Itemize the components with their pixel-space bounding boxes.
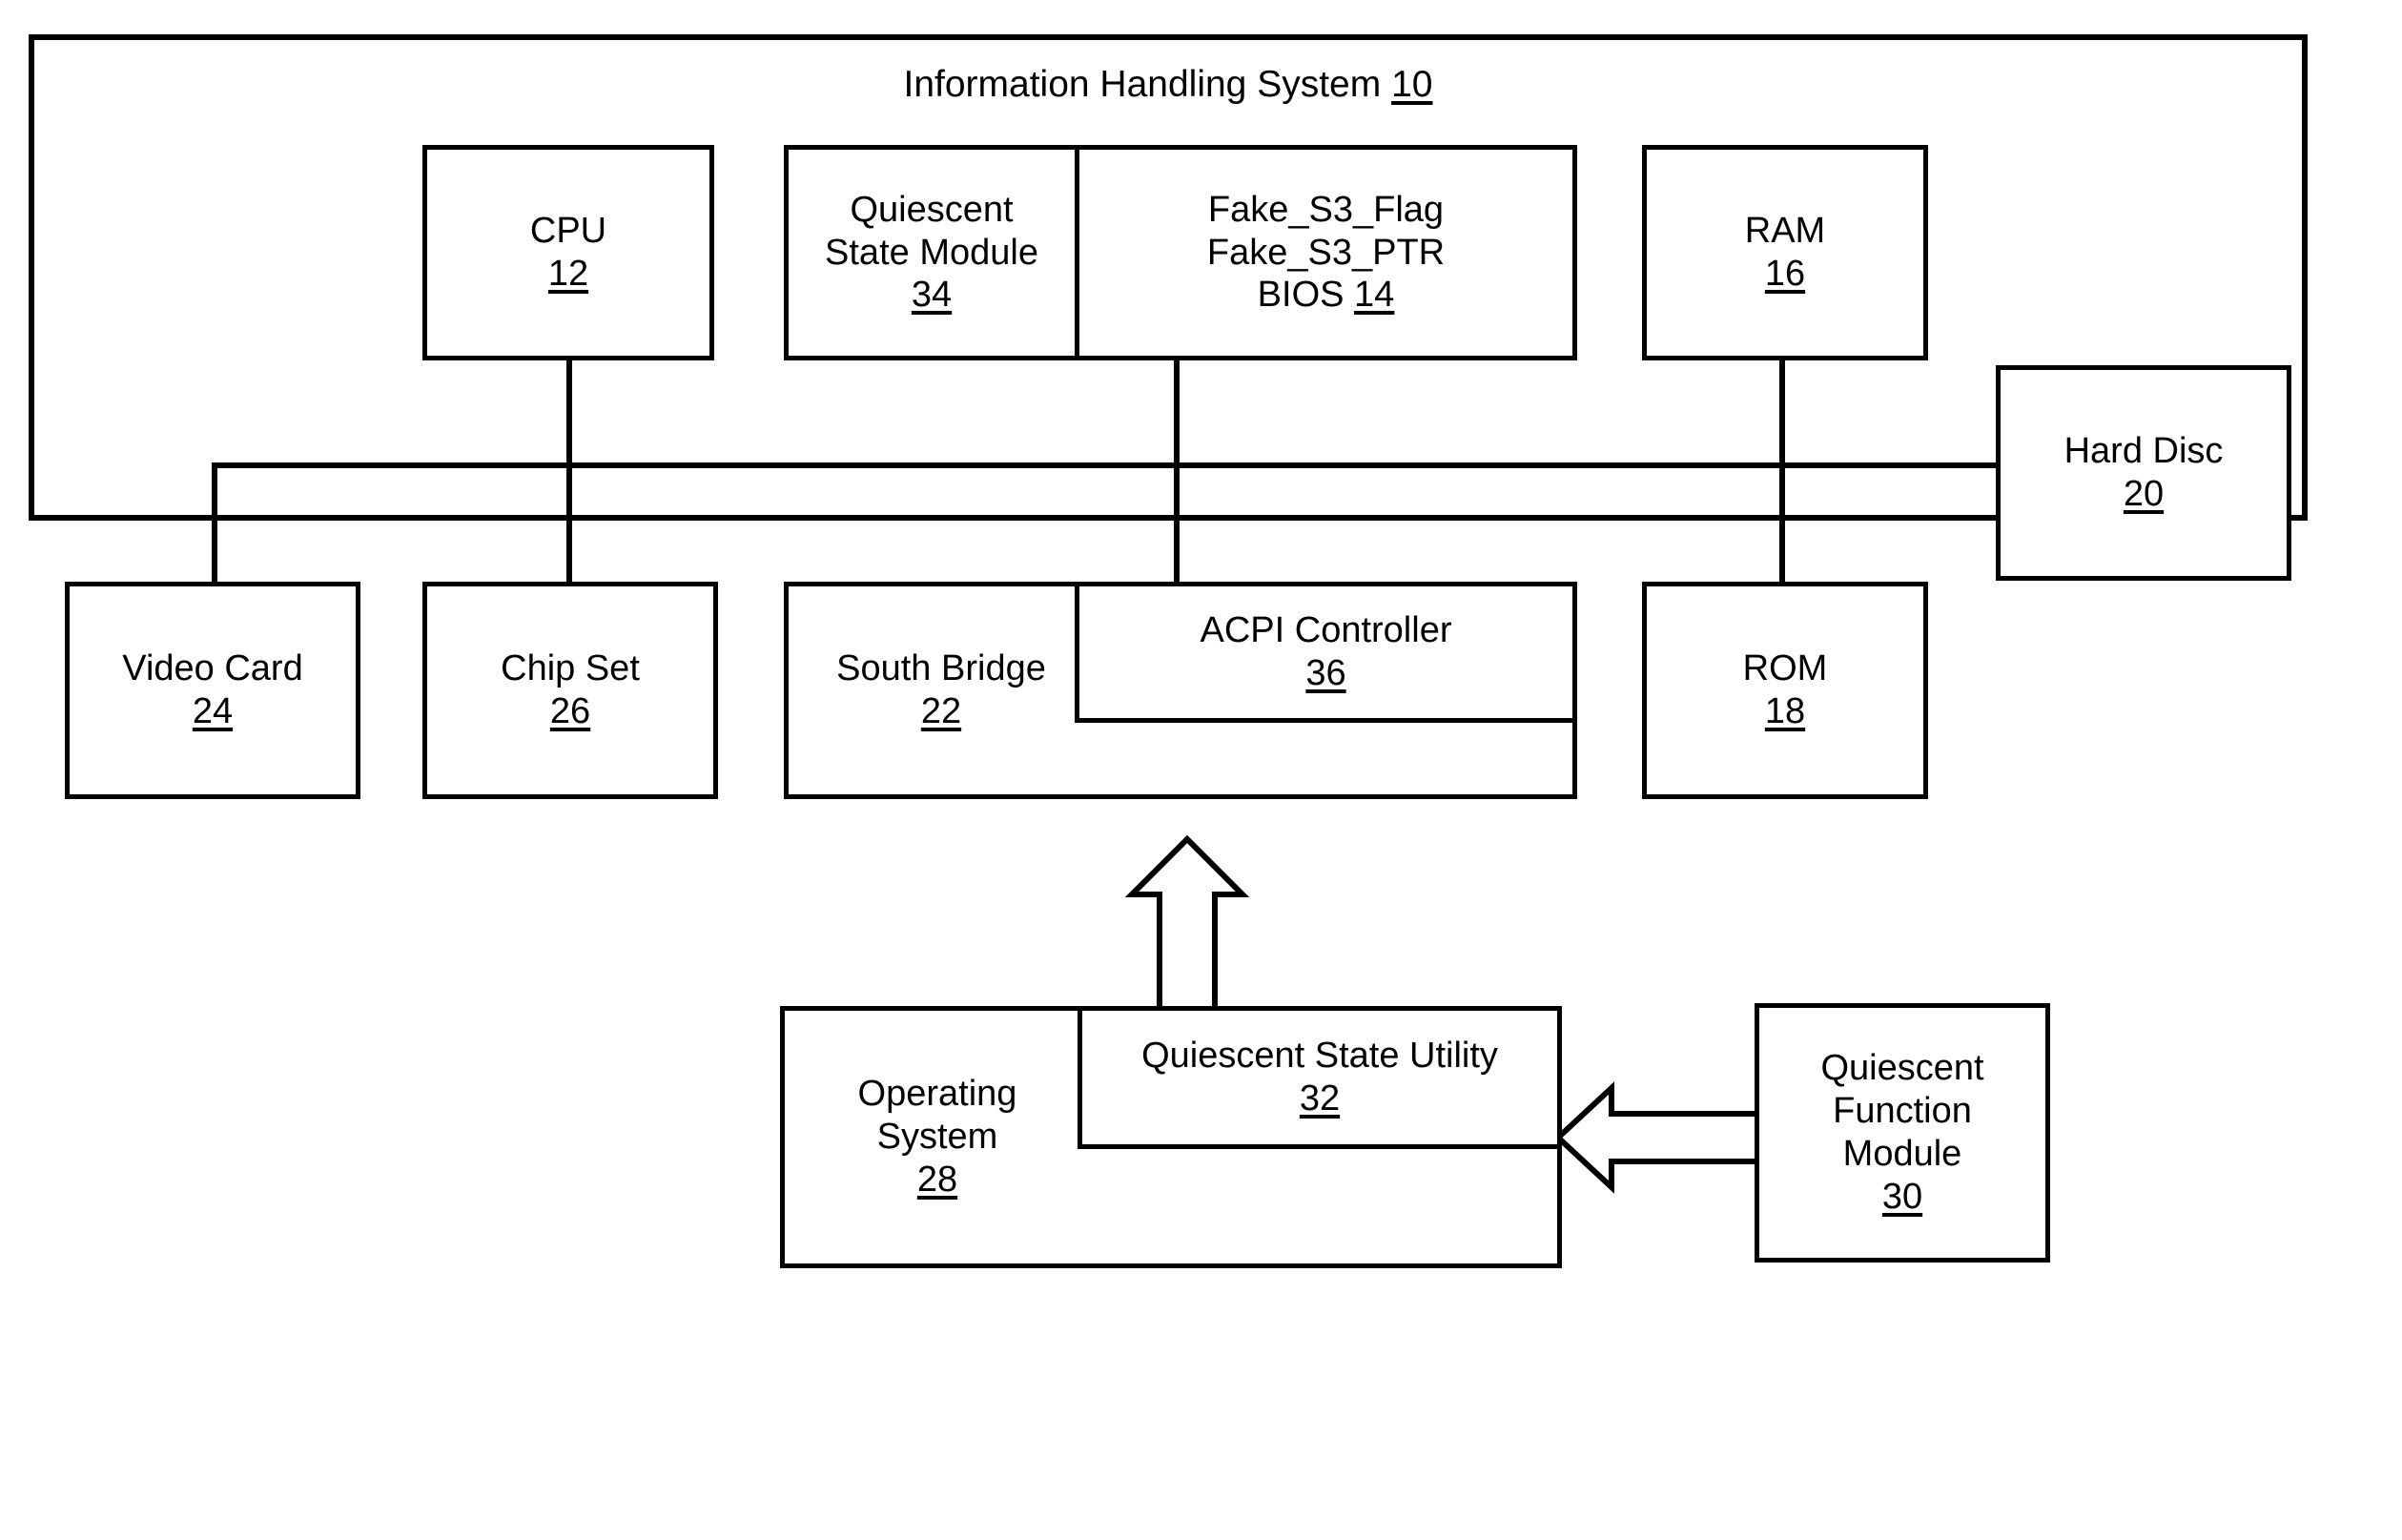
- bios-ref-line: BIOS 14: [1258, 274, 1395, 317]
- qfm-ref: 30: [1881, 1176, 1923, 1217]
- chip-set-label: Chip Set: [501, 648, 640, 689]
- qsu-label: Quiescent State Utility: [1141, 1036, 1498, 1077]
- bios-box: Fake_S3_Flag Fake_S3_PTR BIOS 14: [1075, 145, 1577, 360]
- rom-box: ROM 18: [1642, 582, 1928, 799]
- quiescent-state-utility-box: Quiescent State Utility 32: [1078, 1006, 1562, 1149]
- os-label-line-1: Operating: [857, 1074, 1017, 1115]
- ram-label: RAM: [1744, 211, 1826, 252]
- cpu-box: CPU 12: [422, 145, 714, 360]
- bios-fake-s3-flag: Fake_S3_Flag: [1207, 189, 1445, 230]
- chip-set-box: Chip Set 26: [422, 582, 718, 799]
- south-bridge-label: South Bridge: [836, 648, 1046, 689]
- rom-ref: 18: [1764, 691, 1806, 731]
- qfm-label-line-2: Function: [1833, 1091, 1972, 1132]
- acpi-ref: 36: [1305, 653, 1346, 693]
- video-card-ref: 24: [192, 691, 234, 731]
- bios-ref: 14: [1354, 275, 1395, 316]
- acpi-label: ACPI Controller: [1200, 610, 1452, 651]
- os-label-line-2: System: [876, 1117, 998, 1158]
- quiescent-state-module-box: Quiescent State Module 34: [784, 145, 1079, 360]
- patent-block-diagram: Information Handling System 10 CPU 12 Qu…: [0, 0, 2402, 1540]
- ram-box: RAM 16: [1642, 145, 1928, 360]
- quiescent-function-module-box: Quiescent Function Module 30: [1755, 1003, 2050, 1263]
- block-arrow-left-icon: [1553, 1081, 1763, 1194]
- os-ref: 28: [916, 1159, 958, 1200]
- system-title-ref: 10: [1391, 64, 1433, 105]
- qsm-label-line-2: State Module: [825, 232, 1038, 273]
- rom-label: ROM: [1742, 648, 1828, 689]
- connector-ram-rom: [1779, 358, 1785, 582]
- cpu-ref: 12: [547, 254, 589, 294]
- bus-stub-video-card: [212, 462, 217, 582]
- page-title: Information Handling System 10: [34, 63, 2302, 107]
- bus-horizontal: [212, 462, 1999, 468]
- bios-label: BIOS: [1257, 275, 1345, 316]
- hard-disc-label: Hard Disc: [2063, 431, 2224, 472]
- qfm-label-line-3: Module: [1842, 1134, 1962, 1174]
- connector-bios-southbridge: [1174, 358, 1180, 582]
- ram-ref: 16: [1764, 254, 1806, 294]
- block-arrow-up-icon: [1124, 834, 1250, 1012]
- south-bridge-ref: 22: [920, 691, 962, 731]
- connector-cpu-chipset: [566, 358, 572, 582]
- qsm-label-line-1: Quiescent: [850, 189, 1014, 230]
- qsu-ref: 32: [1299, 1078, 1341, 1119]
- qsm-ref: 34: [911, 275, 953, 316]
- system-title-text: Information Handling System: [903, 64, 1382, 105]
- video-card-box: Video Card 24: [65, 582, 360, 799]
- video-card-label: Video Card: [122, 648, 303, 689]
- bios-fake-s3-ptr: Fake_S3_PTR: [1206, 232, 1446, 273]
- hard-disc-ref: 20: [2123, 474, 2165, 514]
- acpi-controller-box: ACPI Controller 36: [1075, 582, 1577, 723]
- hard-disc-box: Hard Disc 20: [1996, 365, 2291, 581]
- cpu-label: CPU: [529, 211, 607, 252]
- chip-set-ref: 26: [549, 691, 591, 731]
- qfm-label-line-1: Quiescent: [1820, 1048, 1984, 1089]
